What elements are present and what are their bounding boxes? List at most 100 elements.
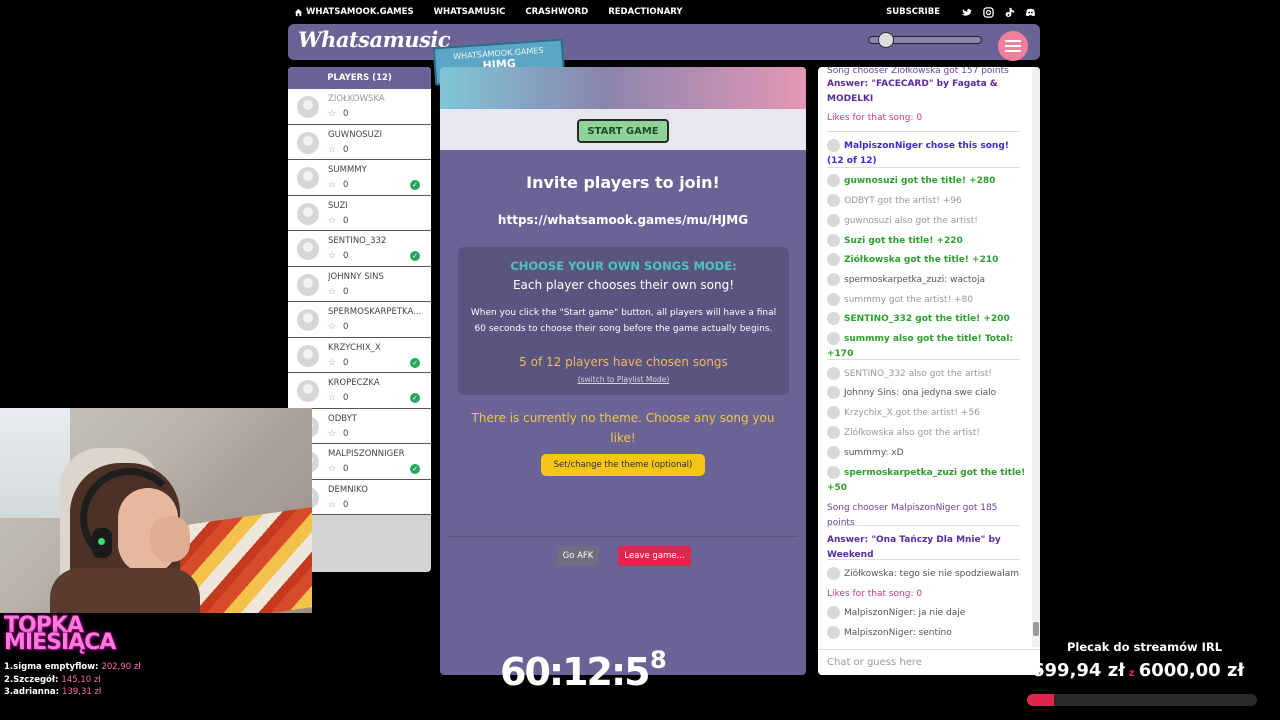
avatar (827, 234, 840, 247)
chat-message: Suzi got the title! +220 (827, 234, 1027, 249)
avatar (827, 426, 840, 439)
stream-timer: 60:12:5 (500, 650, 651, 694)
player-name: JOHNNY SINS (328, 271, 384, 282)
app-logo[interactable]: Whatsamusic (298, 27, 451, 52)
set-theme-button[interactable]: Set/change the theme (optional) (541, 454, 705, 476)
switch-playlist-mode-link[interactable]: (switch to Playlist Mode) (458, 375, 789, 384)
nav-link-whatsamook: WHATSAMOOK.GAMES (306, 7, 414, 17)
chat-message-text: guwnosuzi got the title! +280 (844, 176, 996, 186)
donation-progress-bar (1027, 694, 1257, 706)
player-name: DEMNIKO (328, 484, 368, 495)
player-row[interactable]: ZIÓŁKOWSKA ☆ 0 (288, 89, 431, 125)
chat-message: Song chooser MalpiszonNiger got 185 poin… (827, 501, 1027, 531)
donation-goal: 6000,00 zł (1138, 660, 1245, 681)
player-row[interactable]: KROPECZKA ☆ 0 ✓ (288, 373, 431, 409)
menu-icon-line (1005, 50, 1021, 52)
topka-item: 1.sigma emptyflow: 202,90 zł (4, 661, 141, 674)
go-afk-button[interactable]: Go AFK (557, 546, 599, 566)
avatar (297, 202, 319, 225)
hamburger-menu-button[interactable] (998, 31, 1028, 61)
chat-message: SENTINO_332 got the title! +200 (827, 312, 1027, 327)
chat-message-text: Johnny Sins: ona jedyna swe cialo (844, 388, 997, 398)
star-icon: ☆ (328, 322, 337, 332)
nav-home[interactable]: WHATSAMOOK.GAMES (294, 7, 414, 17)
star-icon: ☆ (328, 180, 337, 190)
check-icon: ✓ (410, 180, 420, 190)
player-points: 0 (343, 144, 349, 155)
star-icon: ☆ (328, 109, 337, 119)
player-row[interactable]: GUWNOSUZI ☆ 0 (288, 124, 431, 160)
chat-input[interactable]: Chat or guess here (818, 649, 1040, 675)
player-row[interactable]: SENTINO_332 ☆ 0 ✓ (288, 231, 431, 267)
nav-link-crashword[interactable]: CRASHWORD (525, 7, 588, 17)
topka-label: 3.adrianna: (4, 687, 60, 697)
chat-message-text: summmy: xD (844, 448, 904, 458)
mode-subtitle: Each player chooses their own song! (512, 278, 735, 292)
topka-item: 2.Szczegół: 145,10 zł (4, 674, 141, 687)
volume-knob[interactable] (878, 32, 894, 48)
chat-message-text: Krzychix_X got the artist! +56 (844, 408, 980, 418)
avatar (827, 214, 840, 227)
avatar (297, 167, 319, 189)
chat-scrollbar-thumb[interactable] (1033, 622, 1039, 636)
chat-message: Answer: "FACECARD" by Fagata & MODELKI (827, 77, 1027, 107)
avatar (827, 174, 840, 187)
screen: WHATSAMOOK.GAMES WHATSAMUSIC CRASHWORD R… (0, 0, 1280, 720)
player-row[interactable]: SUZI ☆ 0 (288, 195, 431, 231)
player-row[interactable]: JOHNNY SINS ☆ 0 (288, 266, 431, 302)
stream-timer-rolling-digit: 8 (650, 646, 667, 674)
avatar (827, 194, 840, 207)
player-row[interactable]: SPERMOSKARPETKA... ☆ 0 (288, 302, 431, 338)
star-icon: ☆ (328, 144, 337, 155)
nav-link-redactionary[interactable]: REDACTIONARY (608, 7, 682, 17)
player-row[interactable]: SUMMMY ☆ 0 ✓ (288, 160, 431, 196)
twitter-icon[interactable] (962, 7, 973, 18)
star-icon: ☆ (328, 428, 337, 439)
chat-message: summmy: xD (827, 446, 1027, 461)
mode-title: CHOOSE YOUR OWN SONGS MODE: (510, 259, 737, 273)
chat-log[interactable]: Song chooser Ziółkowska got 157 points An… (818, 67, 1032, 647)
leave-game-button[interactable]: Leave game... (618, 546, 691, 566)
divider (448, 536, 798, 537)
tiktok-icon[interactable] (1004, 7, 1015, 18)
chat-message: Krzychix_X got the artist! +56 (827, 406, 1027, 421)
avatar (297, 238, 319, 260)
player-name: ZIÓŁKOWSKA (328, 94, 385, 104)
player-row[interactable]: KRZYCHIX_X ☆ 0 ✓ (288, 337, 431, 373)
avatar (827, 139, 840, 152)
avatar (827, 367, 840, 380)
player-name: KRZYCHIX_X (328, 342, 381, 353)
player-points: 0 (343, 499, 349, 510)
chat-message: Ziółkowska also got the artist! (827, 426, 1027, 441)
cam-earcup (92, 528, 112, 558)
invite-url[interactable]: https://whatsamook.games/mu/HJMG (440, 213, 806, 227)
avatar (297, 96, 319, 118)
chat-message-text: Ziółkowska got the title! +210 (844, 255, 999, 265)
star-icon: ☆ (328, 286, 337, 297)
player-points: 0 (343, 393, 349, 403)
discord-icon[interactable] (1025, 7, 1036, 18)
chat-scrollbar[interactable] (1032, 67, 1040, 647)
avatar (297, 131, 319, 154)
player-points: 0 (343, 251, 349, 261)
start-game-button[interactable]: START GAME (577, 119, 669, 143)
star-icon: ☆ (328, 499, 337, 510)
chat-message: MalpiszonNiger chose this song! (12 of 1… (827, 139, 1027, 169)
instagram-icon[interactable] (983, 6, 994, 18)
player-points: 0 (343, 215, 349, 226)
chat-message: MalpiszonNiger: sentino (827, 626, 1027, 641)
topka-list: 1.sigma emptyflow: 202,90 zł 2.Szczegół:… (4, 661, 141, 699)
avatar (827, 406, 840, 419)
game-panel: START GAME Invite players to join! https… (440, 67, 806, 675)
chat-message: ODBYT got the artist! +96 (827, 194, 1027, 209)
menu-icon-line (1005, 45, 1021, 47)
check-icon: ✓ (410, 251, 420, 261)
chat-separator (827, 131, 1020, 132)
chat-message-text: ODBYT got the artist! +96 (844, 196, 962, 206)
star-icon: ☆ (328, 464, 337, 474)
subscribe-link[interactable]: SUBSCRIBE (886, 7, 940, 17)
chat-message-text: Ziółkowska: tego sie nie spodziewalam (844, 569, 1020, 579)
top-nav: WHATSAMOOK.GAMES WHATSAMUSIC CRASHWORD R… (288, 0, 1040, 24)
nav-link-whatsamusic[interactable]: WHATSAMUSIC (434, 7, 506, 17)
avatar (827, 386, 840, 399)
